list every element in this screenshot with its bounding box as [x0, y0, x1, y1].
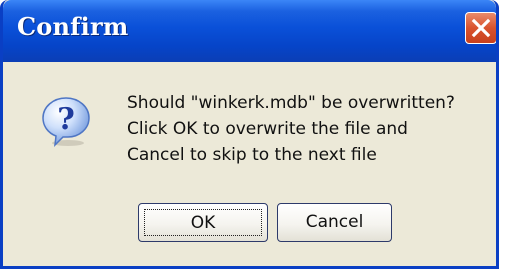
message-line-2: Click OK to overwrite the file and [127, 119, 408, 139]
dialog-body: ? Should "winkerk.mdb" be overwritten? C… [3, 62, 496, 266]
question-icon: ? [42, 97, 90, 148]
close-icon [471, 18, 491, 38]
ok-button[interactable]: OK [138, 203, 268, 242]
close-button[interactable] [465, 12, 496, 44]
dialog-title: Confirm [17, 12, 129, 41]
svg-text:?: ? [57, 102, 75, 137]
title-bar[interactable]: Confirm [3, 0, 496, 62]
dialog-message: Should "winkerk.mdb" be overwritten? Cli… [127, 90, 455, 168]
cancel-button[interactable]: Cancel [277, 203, 392, 242]
confirm-dialog: Confirm ? Should "winkerk.mdb" be overwr… [0, 0, 499, 269]
message-line-1: Should "winkerk.mdb" be overwritten? [127, 93, 455, 113]
message-line-3: Cancel to skip to the next file [127, 145, 377, 165]
ok-button-label: OK [144, 209, 262, 236]
